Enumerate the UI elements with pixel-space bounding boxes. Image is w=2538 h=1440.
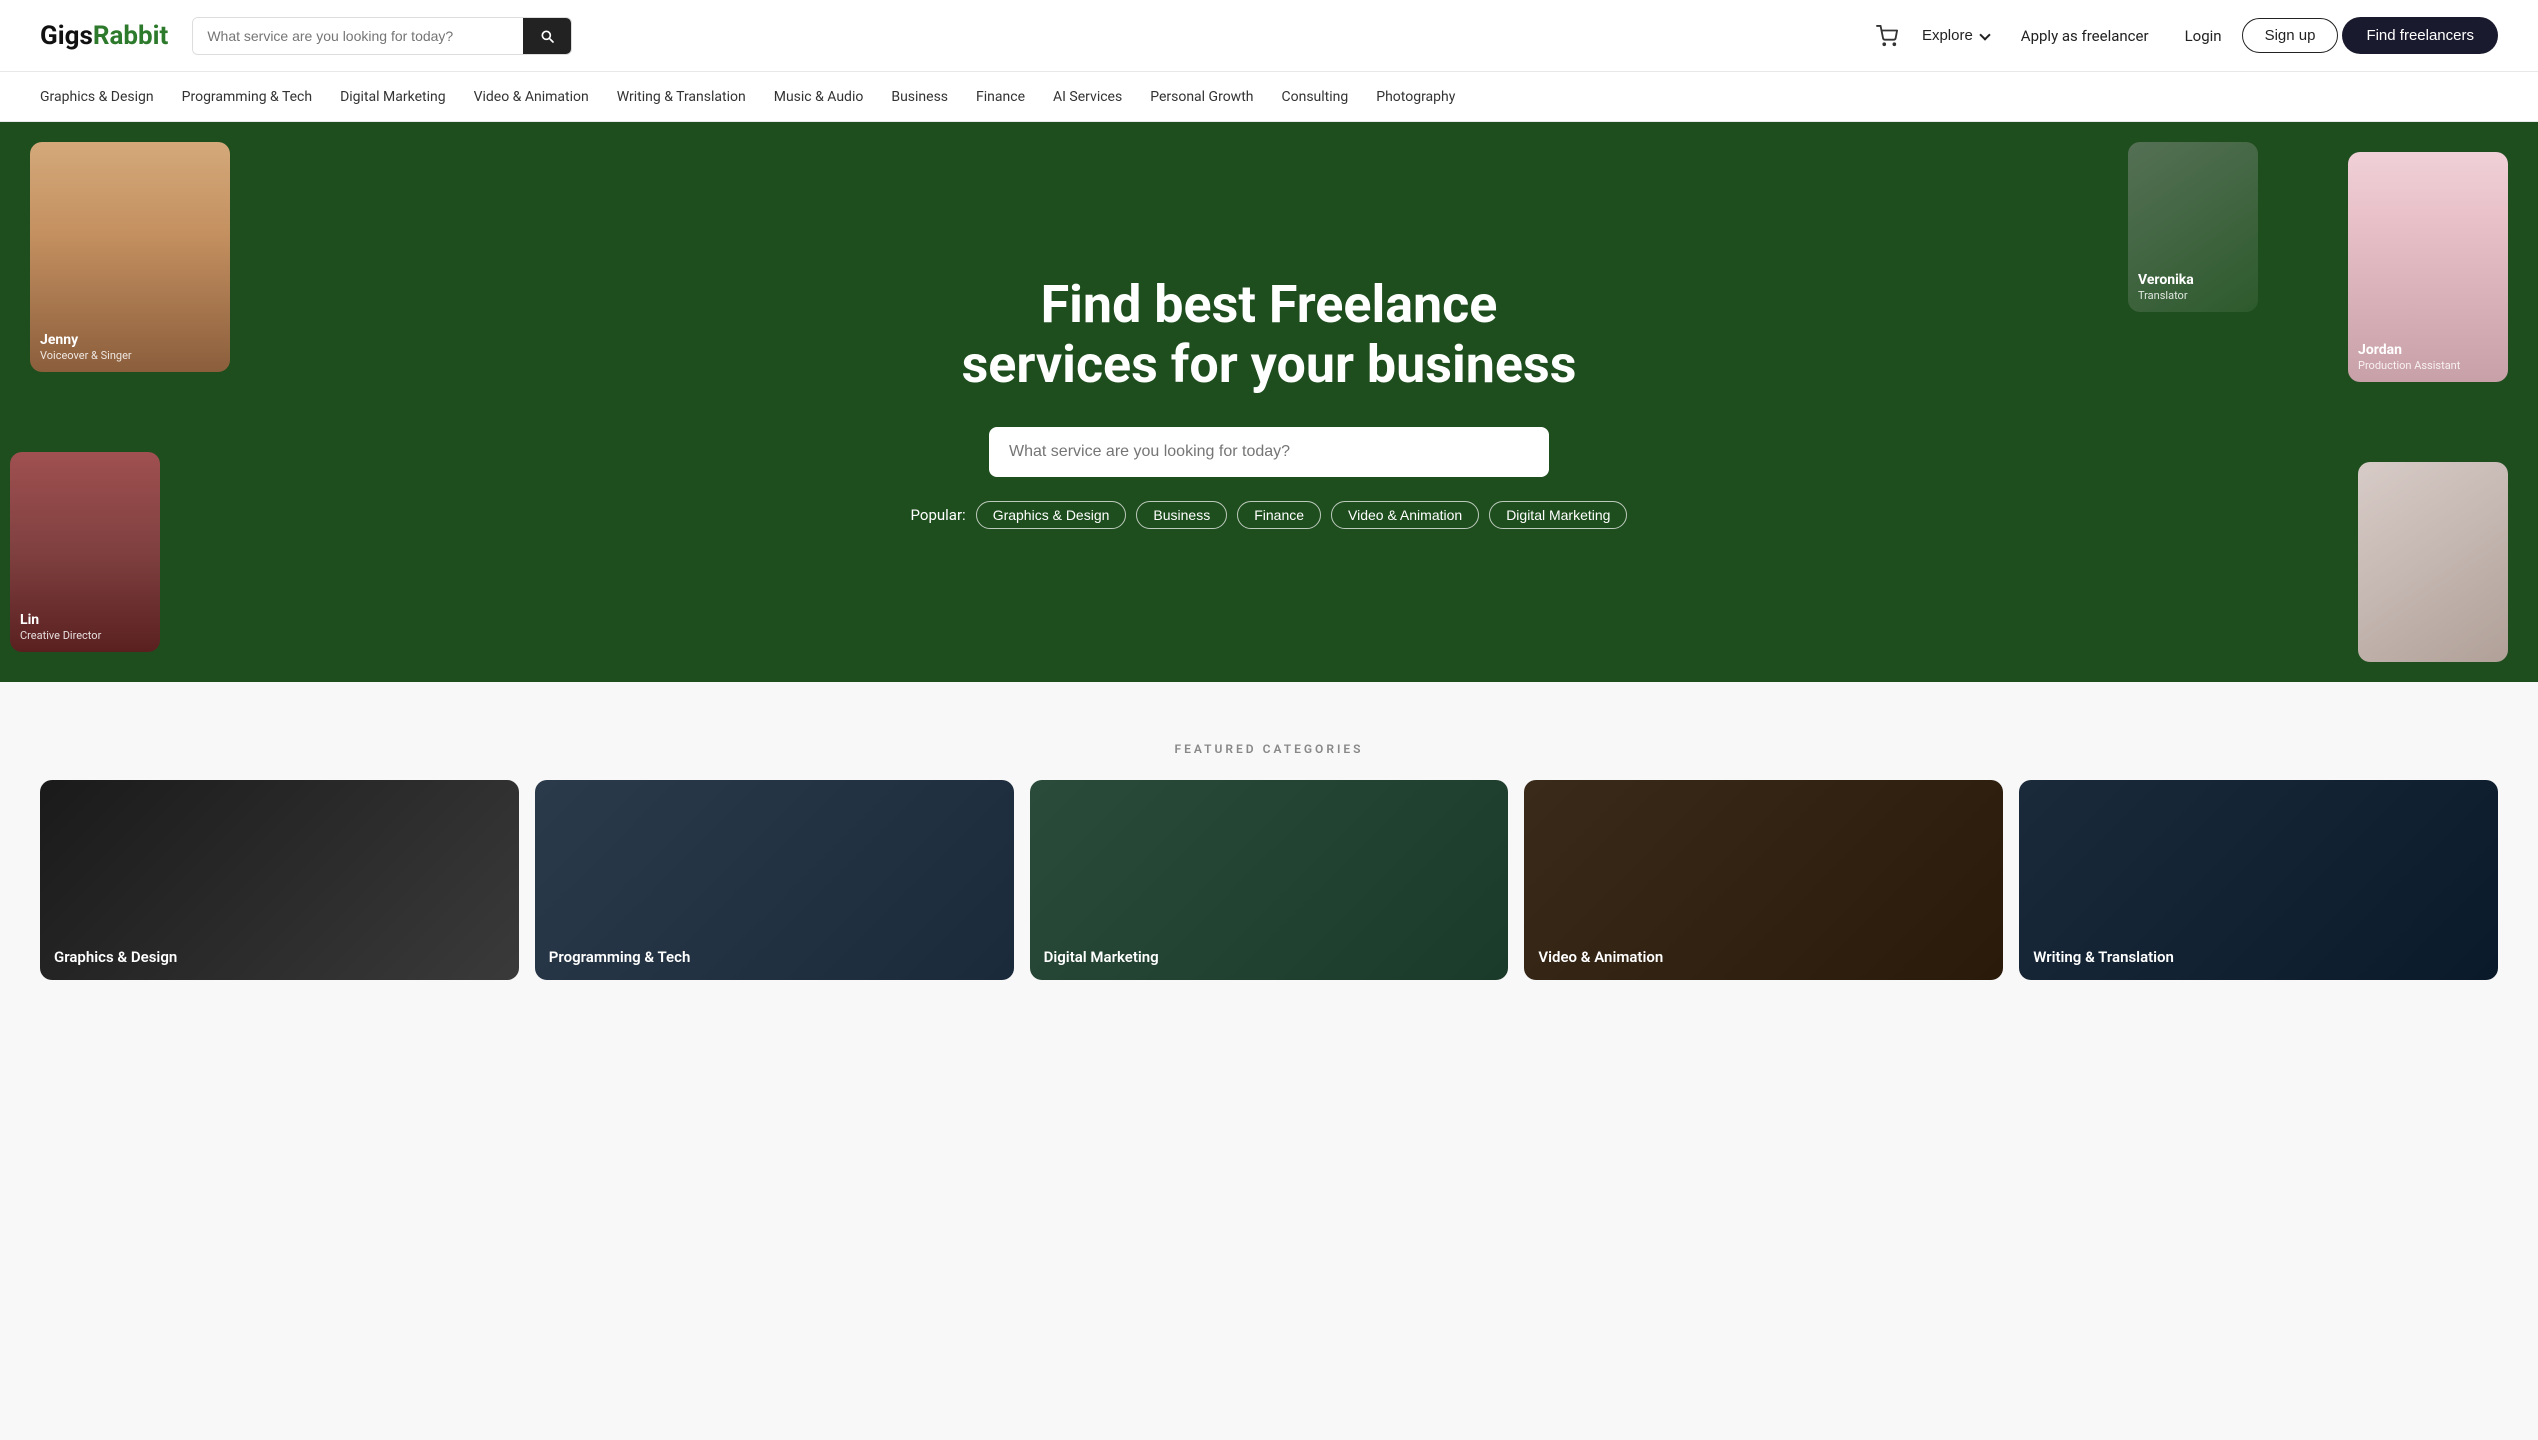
category-card-label: Programming & Tech [549,948,691,966]
freelancer-card-jordan: Jordan Production Assistant [2348,152,2508,382]
popular-tag[interactable]: Video & Animation [1331,501,1479,529]
category-card[interactable]: Writing & Translation [2019,780,2498,980]
category-card[interactable]: Digital Marketing [1030,780,1509,980]
logo[interactable]: GigsRabbit [40,21,168,51]
category-nav-item[interactable]: Consulting [1282,85,1349,109]
category-card[interactable]: Programming & Tech [535,780,1014,980]
category-nav-item[interactable]: Programming & Tech [182,85,312,109]
featured-section-label: FEATURED CATEGORIES [40,742,2498,756]
card-jordan-label: Jordan Production Assistant [2358,342,2460,372]
logo-gigs: Gigs [40,21,93,51]
popular-tag[interactable]: Digital Marketing [1489,501,1627,529]
cart-icon[interactable] [1868,17,1906,55]
login-link[interactable]: Login [2169,19,2238,53]
category-nav-item[interactable]: Personal Growth [1150,85,1253,109]
header-search-bar [192,17,572,55]
popular-tag[interactable]: Finance [1237,501,1321,529]
card-jenny-label: Jenny Voiceover & Singer [40,332,132,362]
freelancer-card-woman [2358,462,2508,662]
category-card-label: Graphics & Design [54,948,177,966]
hero-title: Find best Freelance services for your bu… [911,275,1628,395]
popular-label: Popular: [911,506,966,524]
signup-button[interactable]: Sign up [2242,18,2339,53]
category-nav-item[interactable]: Video & Animation [474,85,589,109]
freelancer-card-lin: Lin Creative Director [10,452,160,652]
find-freelancers-button[interactable]: Find freelancers [2342,17,2498,54]
popular-tags: Graphics & Design Business Finance Video & … [976,501,1628,529]
explore-button[interactable]: Explore [1910,19,2001,52]
hero-popular: Popular: Graphics & Design Business Financ… [911,501,1628,529]
logo-rabbit: Rabbit [93,21,169,51]
header-nav: Explore Apply as freelancer Login Sign u… [1868,17,2498,55]
category-nav-item[interactable]: Photography [1376,85,1455,109]
card-lin-label: Lin Creative Director [20,612,101,642]
category-card[interactable]: Graphics & Design [40,780,519,980]
hero-section: Jenny Voiceover & Singer Veronika Transl… [0,122,2538,682]
category-nav: Graphics & Design Programming & Tech Digit… [0,72,2538,122]
category-nav-item[interactable]: Finance [976,85,1025,109]
hero-search-input[interactable] [989,427,1549,477]
chevron-down-icon [1979,29,1990,40]
category-card-label: Video & Animation [1538,948,1663,966]
category-nav-item[interactable]: Graphics & Design [40,85,154,109]
header: GigsRabbit Explore Apply as freelancer L… [0,0,2538,72]
apply-freelancer-link[interactable]: Apply as freelancer [2005,19,2165,53]
category-nav-item[interactable]: Writing & Translation [617,85,746,109]
freelancer-card-jenny: Jenny Voiceover & Singer [30,142,230,372]
category-nav-item[interactable]: Music & Audio [774,85,864,109]
header-search-button[interactable] [523,18,571,54]
category-card-label: Digital Marketing [1044,948,1159,966]
category-card-label: Writing & Translation [2033,948,2174,966]
category-nav-item[interactable]: Business [891,85,948,109]
category-card[interactable]: Video & Animation [1524,780,2003,980]
hero-content: Find best Freelance services for your bu… [891,275,1648,529]
header-search-input[interactable] [193,18,523,54]
card-veronica-label: Veronika Translator [2138,272,2194,302]
category-nav-item[interactable]: Digital Marketing [340,85,445,109]
freelancer-card-veronica: Veronika Translator [2128,142,2258,312]
featured-section: FEATURED CATEGORIES Graphics & Design Pro… [0,682,2538,1020]
popular-tag[interactable]: Business [1136,501,1227,529]
popular-tag[interactable]: Graphics & Design [976,501,1127,529]
category-cards: Graphics & Design Programming & Tech Digit… [40,780,2498,980]
category-nav-item[interactable]: AI Services [1053,85,1122,109]
